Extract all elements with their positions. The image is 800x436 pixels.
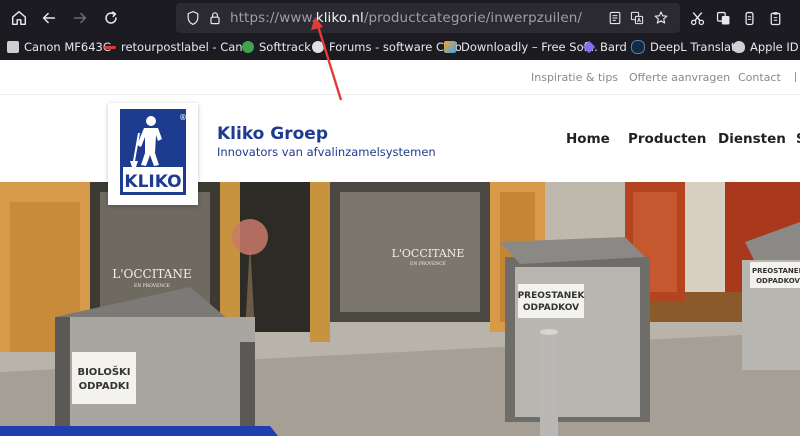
reload-icon[interactable] xyxy=(98,6,124,30)
bookmark-label: Forums - software Club xyxy=(329,40,462,54)
shop-sign-subtext: EN PROVENCE xyxy=(410,261,446,267)
bookmark-item[interactable]: Bard xyxy=(582,40,627,54)
brand-name[interactable]: Kliko Groep xyxy=(217,124,328,144)
bookmark-label: Softtrack xyxy=(259,40,311,54)
url-domain: kliko.nl xyxy=(315,10,364,26)
shop-sign-text: L'OCCITANE xyxy=(392,247,465,260)
favicon-icon xyxy=(631,40,645,54)
nav-producten[interactable]: Producten xyxy=(628,131,706,147)
bin-label-text: PREOSTANEK xyxy=(518,291,586,301)
nav-more-cutoff[interactable]: S xyxy=(796,131,800,147)
bookmark-item[interactable]: Apple ID xyxy=(733,40,799,54)
hero-image: L'OCCITANE EN PROVENCE L'OCCITANE EN PRO… xyxy=(0,182,800,436)
logo-wordmark: KLIKO xyxy=(124,172,181,192)
translate-icon[interactable] xyxy=(628,9,646,27)
toplink-offerte[interactable]: Offerte aanvragen xyxy=(629,71,730,84)
sparkle-icon xyxy=(582,40,596,54)
bin-label-text: ODPADKOV xyxy=(523,303,579,313)
tracking-shield-icon[interactable] xyxy=(184,9,202,27)
bin-label-text: BIOLOŠKI xyxy=(77,365,130,378)
favicon-icon xyxy=(444,41,456,53)
forward-icon[interactable] xyxy=(67,6,93,30)
copy-icon[interactable] xyxy=(712,6,734,30)
kliko-logo[interactable]: ® KLIKO xyxy=(108,103,198,205)
shop-sign-subtext: EN PROVENCE xyxy=(134,283,170,289)
shop-sign-text: L'OCCITANE xyxy=(112,267,191,281)
bookmarks-bar: Canon MF643C retourpostlabel - Can... So… xyxy=(0,36,800,60)
divider xyxy=(795,72,796,82)
bookmark-item[interactable]: Canon MF643C xyxy=(7,40,111,54)
clipboard-icon[interactable] xyxy=(764,6,786,30)
back-icon[interactable] xyxy=(36,6,62,30)
bin-label-text: ODPADKI xyxy=(79,381,130,392)
bookmark-item[interactable]: DeepL Translate xyxy=(631,40,743,54)
toplink-inspiratie[interactable]: Inspiratie & tips xyxy=(531,71,618,84)
url-prefix: https://www. xyxy=(230,10,316,26)
scissors-icon[interactable] xyxy=(686,6,708,30)
bookmark-label: Apple ID xyxy=(750,40,799,54)
brand-tagline: Innovators van afvalinzamelsystemen xyxy=(217,145,436,159)
bin-label-text: ODPADKOV xyxy=(756,277,800,285)
bookmark-star-icon[interactable] xyxy=(652,9,670,27)
extension-icon[interactable] xyxy=(738,6,760,30)
nav-diensten[interactable]: Diensten xyxy=(718,131,786,147)
apple-icon xyxy=(733,41,745,53)
bookmark-label: retourpostlabel - Can... xyxy=(121,40,254,54)
bookmark-label: DeepL Translate xyxy=(650,40,743,54)
site-header: ® KLIKO Kliko Groep Innovators van afval… xyxy=(0,95,800,205)
bookmark-label: Downloadly – Free Sof... xyxy=(461,40,598,54)
bookmark-label: Bard xyxy=(600,40,627,54)
lock-icon[interactable] xyxy=(206,9,224,27)
bookmark-label: Canon MF643C xyxy=(24,40,111,54)
address-bar[interactable]: https://www.kliko.nl/productcategorie/in… xyxy=(176,3,680,33)
favicon-icon xyxy=(312,41,324,53)
logo-registered-mark: ® xyxy=(179,113,187,122)
bookmark-item[interactable]: Forums - software Club xyxy=(312,40,462,54)
favicon-icon xyxy=(242,41,254,53)
favicon-icon xyxy=(104,46,116,49)
nav-home[interactable]: Home xyxy=(566,131,610,147)
toplink-contact[interactable]: Contact xyxy=(738,71,781,84)
home-icon[interactable] xyxy=(6,6,32,30)
printer-icon xyxy=(7,41,19,53)
bookmark-item[interactable]: retourpostlabel - Can... xyxy=(104,40,254,54)
bin-label-text: PREOSTANEK xyxy=(752,267,800,275)
bookmark-item[interactable]: Softtrack xyxy=(242,40,311,54)
browser-toolbar: https://www.kliko.nl/productcategorie/in… xyxy=(0,0,800,36)
reader-view-icon[interactable] xyxy=(606,9,624,27)
bookmark-item[interactable]: Downloadly – Free Sof... xyxy=(444,40,598,54)
utility-links: Inspiratie & tips Offerte aanvragen Cont… xyxy=(0,60,800,95)
url-path: /productcategorie/inwerpzuilen/ xyxy=(363,10,583,26)
url-text[interactable]: https://www.kliko.nl/productcategorie/in… xyxy=(230,10,582,26)
